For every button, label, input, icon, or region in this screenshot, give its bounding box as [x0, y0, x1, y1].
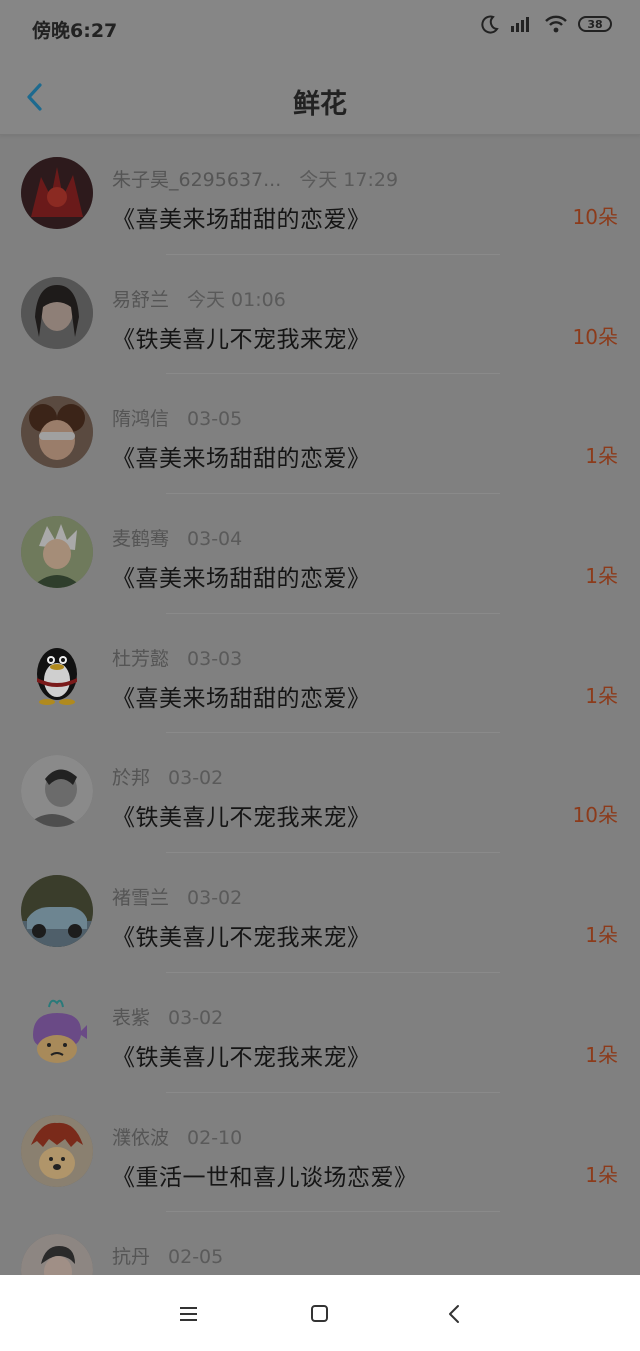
user-name: 杜芳懿 [112, 647, 170, 670]
user-name: 表紫 [112, 1006, 151, 1029]
status-bar: 傍晚6:27 38 [0, 0, 640, 58]
item-date: 今天 01:06 [187, 288, 286, 311]
flower-count: 1朵 [585, 444, 618, 469]
book-title: 《喜美来场甜甜的恋爱》 [112, 207, 371, 233]
whale-character-icon [33, 999, 87, 1063]
list-item[interactable]: 麦鹤骞 03-04 《喜美来场甜甜的恋爱》 1朵 [0, 494, 640, 614]
chevron-left-icon [449, 1305, 459, 1323]
status-time: 傍晚6:27 [32, 20, 118, 42]
item-date: 02-10 [187, 1126, 243, 1149]
book-title: 《铁美喜儿不宠我来宠》 [112, 1044, 371, 1071]
page-title: 鲜花 [293, 89, 347, 120]
user-name: 濮依波 [112, 1126, 170, 1149]
user-name: 隋鸿信 [112, 408, 170, 431]
item-date: 03-05 [187, 408, 243, 431]
avatar [21, 1234, 93, 1275]
avatar [21, 157, 93, 229]
avatar [21, 636, 93, 708]
list-item[interactable]: 於邦 03-02 《铁美喜儿不宠我来宠》 10朵 [0, 733, 640, 854]
nav-header: 鲜花 [0, 58, 640, 135]
item-date: 03-04 [187, 528, 243, 551]
list-item[interactable]: 杜芳懿 03-03 《喜美来场甜甜的恋爱》 1朵 [0, 614, 640, 734]
flower-count: 1朵 [585, 1042, 618, 1067]
flower-list: 朱子昊_6295637... 今天 17:29 《喜美来场甜甜的恋爱》 10朵 易… [0, 135, 640, 1275]
book-title: 《铁美喜儿不宠我来宠》 [112, 326, 371, 353]
list-item[interactable]: 表紫 03-02 《铁美喜儿不宠我来宠》 1朵 [0, 973, 640, 1093]
book-title: 《喜美来场甜甜的恋爱》 [112, 685, 371, 712]
book-title: 《铁美喜儿不宠我来宠》 [112, 925, 371, 952]
avatar [21, 396, 93, 469]
wifi-icon [544, 14, 568, 34]
user-name: 於邦 [112, 767, 151, 790]
user-name: 朱子昊_6295637... [112, 169, 282, 191]
user-name: 麦鹤骞 [112, 528, 170, 551]
user-name: 易舒兰 [112, 288, 170, 311]
item-date: 03-02 [168, 1006, 224, 1029]
item-date: 今天 17:29 [299, 169, 399, 191]
moon-icon [480, 14, 500, 34]
avatar [21, 995, 93, 1067]
back-nav-button[interactable] [442, 1301, 468, 1327]
list-item[interactable]: 褚雪兰 03-02 《铁美喜儿不宠我来宠》 1朵 [0, 853, 640, 973]
item-date: 02-05 [168, 1246, 224, 1269]
menu-button[interactable] [176, 1301, 202, 1327]
flower-count: 10朵 [572, 324, 618, 349]
book-title: 《喜美来场甜甜的恋爱》 [112, 446, 371, 473]
book-title: 《铁美喜儿不宠我来宠》 [112, 805, 371, 832]
list-item[interactable]: 朱子昊_6295637... 今天 17:29 《喜美来场甜甜的恋爱》 10朵 [0, 135, 640, 255]
item-date: 03-02 [168, 767, 224, 790]
list-item[interactable]: 抗丹 02-05 [0, 1212, 640, 1275]
list-item[interactable]: 濮依波 02-10 《重活一世和喜儿谈场恋爱》 1朵 [0, 1093, 640, 1213]
flower-count: 1朵 [585, 1162, 618, 1187]
flower-count: 1朵 [585, 683, 618, 708]
avatar [21, 276, 93, 349]
avatar [21, 516, 93, 589]
avatar [21, 755, 93, 828]
flower-count: 1朵 [585, 923, 618, 948]
square-icon [311, 1305, 328, 1322]
flower-count: 10朵 [572, 205, 618, 229]
book-title: 《重活一世和喜儿谈场恋爱》 [112, 1164, 418, 1191]
system-nav-bar [0, 1275, 640, 1351]
flower-count: 10朵 [572, 803, 618, 828]
avatar [21, 875, 93, 948]
list-item[interactable]: 隋鸿信 03-05 《喜美来场甜甜的恋爱》 1朵 [0, 374, 640, 495]
user-name: 褚雪兰 [112, 887, 170, 910]
penguin-icon [37, 647, 77, 705]
avatar [21, 1114, 93, 1187]
menu-icon [180, 1307, 197, 1321]
item-date: 03-03 [187, 647, 243, 670]
book-title: 《喜美来场甜甜的恋爱》 [112, 566, 371, 593]
home-button[interactable] [307, 1301, 333, 1327]
item-date: 03-02 [187, 887, 243, 910]
battery-level: 38 [587, 17, 603, 31]
list-item[interactable]: 易舒兰 今天 01:06 《铁美喜儿不宠我来宠》 10朵 [0, 255, 640, 375]
battery-icon: 38 [578, 16, 612, 32]
flower-count: 1朵 [585, 564, 618, 589]
user-name: 抗丹 [112, 1246, 151, 1269]
signal-icon [510, 14, 534, 34]
status-icons: 38 [480, 14, 612, 34]
